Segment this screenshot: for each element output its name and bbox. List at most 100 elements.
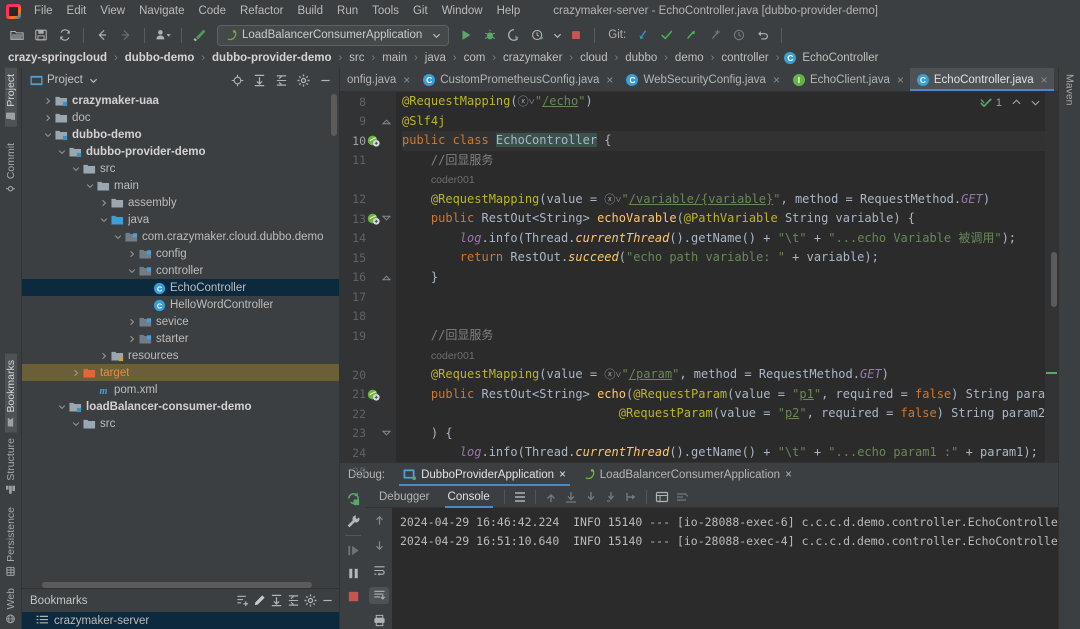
- project-tree[interactable]: crazymaker-uaadocdubbo-demodubbo-provide…: [22, 92, 339, 588]
- code-line[interactable]: [402, 287, 1045, 307]
- editor-marker-bar[interactable]: [1045, 92, 1058, 462]
- gutter-line[interactable]: 22: [340, 404, 396, 424]
- code-line[interactable]: @RequestMapping(value = ⓧ˅"/variable/{va…: [402, 190, 1045, 210]
- code-line[interactable]: @RequestMapping(value = ⓧ˅"/param", meth…: [402, 365, 1045, 385]
- code-line[interactable]: //回显服务: [402, 326, 1045, 346]
- tree-node-crazymaker-uaa[interactable]: crazymaker-uaa: [22, 92, 339, 109]
- editor-code[interactable]: @RequestMapping(ⓧ˅"/echo")@Slf4jpublic c…: [396, 92, 1045, 462]
- code-line[interactable]: log.info(Thread.currentThread().getName(…: [402, 443, 1045, 462]
- breadcrumb-item-6[interactable]: com: [462, 52, 488, 64]
- bookmark-item-crazymaker-server[interactable]: crazymaker-server: [22, 612, 339, 629]
- tree-node-pom-xml[interactable]: mpom.xml: [22, 381, 339, 398]
- tab-debugger[interactable]: Debugger: [370, 486, 439, 508]
- code-line[interactable]: public class EchoController {: [402, 131, 1045, 151]
- scroll-to-end-icon[interactable]: [369, 587, 389, 604]
- spring-endpoint-gutter-icon[interactable]: [366, 388, 381, 401]
- code-line[interactable]: log.info(Thread.currentThread().getName(…: [402, 229, 1045, 249]
- web-endpoint-inline-icon[interactable]: ⓧ˅: [604, 368, 621, 381]
- menu-item-run[interactable]: Run: [330, 3, 365, 19]
- breadcrumb-item-0[interactable]: crazy-springcloud: [6, 52, 109, 64]
- breadcrumb-item-9[interactable]: dubbo: [623, 52, 659, 64]
- chevron-down-icon[interactable]: [100, 216, 111, 224]
- code-line[interactable]: @RequestParam(value = "p2", required = f…: [402, 404, 1045, 424]
- code-fold-icon[interactable]: [381, 429, 392, 438]
- breadcrumb-item-11[interactable]: controller: [719, 52, 770, 64]
- tree-node-java[interactable]: java: [22, 211, 339, 228]
- tree-node-sevice[interactable]: sevice: [22, 313, 339, 330]
- tree-node-starter[interactable]: starter: [22, 330, 339, 347]
- editor-scrollbar[interactable]: [1051, 252, 1057, 307]
- expand-all-icon[interactable]: [270, 594, 283, 607]
- chevron-right-icon[interactable]: [128, 318, 139, 326]
- breadcrumb-item-10[interactable]: demo: [673, 52, 706, 64]
- debug-icon[interactable]: [479, 25, 501, 46]
- chevron-right-icon[interactable]: [128, 250, 139, 258]
- git-commit-checkmark-icon[interactable]: [656, 25, 678, 46]
- gutter-line[interactable]: 12: [340, 190, 396, 210]
- gutter-line[interactable]: 14: [340, 229, 396, 249]
- chevron-down-icon[interactable]: [86, 182, 97, 190]
- tree-node-config[interactable]: config: [22, 245, 339, 262]
- close-icon[interactable]: ×: [1041, 73, 1048, 87]
- breadcrumb-item-8[interactable]: cloud: [578, 52, 610, 64]
- chevron-up-icon[interactable]: [1011, 97, 1022, 108]
- breadcrumb-item-3[interactable]: src: [347, 52, 366, 64]
- git-rollback-icon[interactable]: [752, 25, 774, 46]
- gutter-line[interactable]: [340, 170, 396, 190]
- gutter-line[interactable]: 19: [340, 326, 396, 346]
- debug-tab-loadbalancer-consumer[interactable]: LoadBalancerConsumerApplication ×: [574, 463, 800, 486]
- breadcrumb-item-1[interactable]: dubbo-demo: [123, 52, 197, 64]
- gutter-line[interactable]: 17: [340, 287, 396, 307]
- close-icon[interactable]: ×: [785, 469, 792, 481]
- chevron-down-icon[interactable]: [72, 165, 83, 173]
- menu-item-edit[interactable]: Edit: [60, 3, 94, 19]
- gutter-line[interactable]: 24: [340, 443, 396, 463]
- breadcrumb-item-5[interactable]: java: [423, 52, 448, 64]
- sidebar-item-persistence[interactable]: Persistence: [5, 501, 17, 582]
- run-to-cursor-icon[interactable]: [621, 488, 641, 506]
- project-tree-vscrollbar[interactable]: [331, 94, 337, 136]
- resume-program-icon[interactable]: [343, 541, 363, 559]
- sidebar-item-project[interactable]: Project: [5, 68, 17, 127]
- step-over-icon[interactable]: [561, 488, 581, 506]
- code-line[interactable]: //回显服务: [402, 151, 1045, 171]
- build-hammer-icon[interactable]: [189, 25, 211, 46]
- editor-tab-1[interactable]: C CustomPrometheusConfig.java ×: [416, 68, 619, 91]
- close-icon[interactable]: ×: [403, 73, 410, 87]
- stop-icon[interactable]: [343, 587, 363, 605]
- console-menu-icon[interactable]: [510, 488, 530, 506]
- gutter-line[interactable]: 16: [340, 268, 396, 288]
- close-icon[interactable]: ×: [559, 469, 566, 481]
- menu-item-file[interactable]: File: [27, 3, 60, 19]
- gutter-line[interactable]: [340, 346, 396, 366]
- tree-node-resources[interactable]: resources: [22, 347, 339, 364]
- sidebar-item-maven[interactable]: Maven: [1064, 72, 1076, 112]
- profiler-dropdown-icon[interactable]: [551, 25, 563, 46]
- tree-node-doc[interactable]: doc: [22, 109, 339, 126]
- pause-program-icon[interactable]: [343, 564, 363, 582]
- chevron-right-icon[interactable]: [100, 199, 111, 207]
- forward-arrow-icon[interactable]: [115, 25, 137, 46]
- code-line[interactable]: return RestOut.succeed("echo path variab…: [402, 248, 1045, 268]
- code-fold-icon[interactable]: [381, 117, 392, 126]
- sidebar-item-web[interactable]: Web: [5, 582, 17, 629]
- code-line[interactable]: public RestOut<String> echo(@RequestPara…: [402, 385, 1045, 405]
- git-update-icon[interactable]: [632, 25, 654, 46]
- tree-node-dubbo-demo[interactable]: dubbo-demo: [22, 126, 339, 143]
- step-into-icon[interactable]: [581, 488, 601, 506]
- close-icon[interactable]: ×: [606, 73, 613, 87]
- project-tree-hscrollbar[interactable]: [42, 582, 312, 588]
- breadcrumb-item-7[interactable]: crazymaker: [501, 52, 564, 64]
- add-bookmark-icon[interactable]: [236, 594, 249, 607]
- sidebar-item-commit[interactable]: Commit: [5, 137, 17, 199]
- tab-console[interactable]: Console: [439, 486, 499, 508]
- tree-node-controller[interactable]: controller: [22, 262, 339, 279]
- gutter-line[interactable]: 23: [340, 424, 396, 444]
- editor-tab-4[interactable]: C EchoController.java ×: [910, 68, 1054, 91]
- tree-node-target[interactable]: target: [22, 364, 339, 381]
- spring-endpoint-gutter-icon[interactable]: [366, 212, 381, 225]
- close-icon[interactable]: ×: [897, 73, 904, 87]
- hide-icon[interactable]: [316, 71, 334, 89]
- chevron-right-icon[interactable]: [44, 97, 55, 105]
- gutter-line[interactable]: 11: [340, 151, 396, 171]
